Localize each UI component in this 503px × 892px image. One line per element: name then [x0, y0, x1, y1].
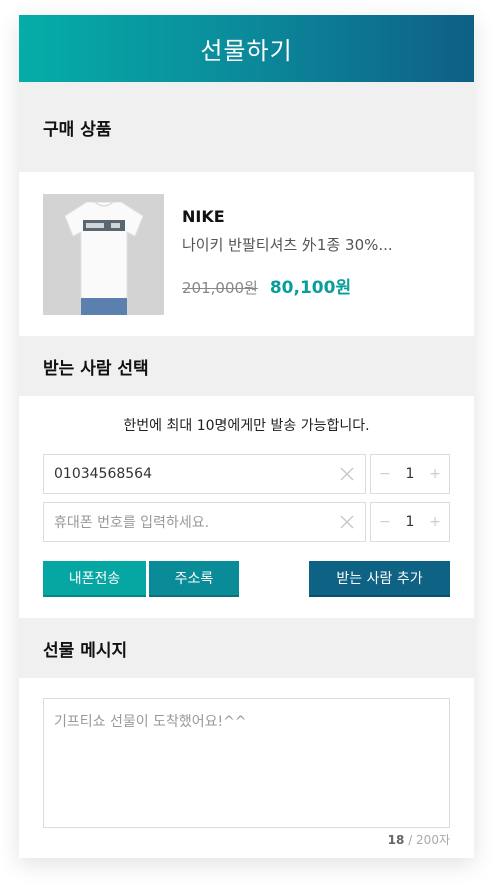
message-section-title: 선물 메시지	[19, 618, 474, 678]
plus-icon[interactable]: +	[429, 466, 441, 482]
product-name: 나이키 반팔티셔츠 外1종 30%...	[182, 235, 393, 254]
recipient-actions: 내폰전송 주소록 받는 사람 추가	[43, 561, 474, 597]
plus-icon[interactable]: +	[429, 514, 441, 530]
message-section-label: 선물 메시지	[43, 640, 128, 661]
quantity-stepper: − 1 +	[370, 454, 450, 494]
page-header: 선물하기	[19, 15, 474, 82]
phone-number-placeholder: 휴대폰 번호를 입력하세요.	[54, 515, 210, 531]
recipient-row: 휴대폰 번호를 입력하세요. − 1 +	[43, 502, 474, 542]
product-info: NIKE 나이키 반팔티셔츠 外1종 30%... 201,000원 80,10…	[182, 207, 393, 298]
purchase-section-label: 구매 상품	[43, 119, 112, 140]
quantity-value: 1	[405, 466, 415, 482]
clear-icon[interactable]	[339, 514, 355, 530]
product-item: NIKE 나이키 반팔티셔츠 外1종 30%... 201,000원 80,10…	[19, 172, 474, 336]
phone-number-value: 01034568564	[54, 466, 152, 482]
character-limit: / 200자	[408, 833, 450, 847]
recipient-limit-notice: 한번에 최대 10명에게만 발송 가능합니다.	[123, 418, 370, 434]
send-to-my-phone-button[interactable]: 내폰전송	[43, 561, 146, 597]
recipient-section-title: 받는 사람 선택	[19, 336, 474, 396]
phone-number-field[interactable]: 01034568564	[43, 454, 366, 494]
minus-icon[interactable]: −	[379, 514, 391, 530]
character-count: 18	[387, 833, 405, 847]
recipient-row: 01034568564 − 1 +	[43, 454, 474, 494]
purchase-section-title: 구매 상품	[19, 82, 474, 172]
address-book-button[interactable]: 주소록	[149, 561, 239, 597]
original-price: 201,000원	[182, 278, 258, 297]
t-shirt-icon	[65, 201, 143, 300]
gift-message-textarea[interactable]: 기프티쇼 선물이 도착했어요!^^	[43, 698, 450, 828]
jeans-graphic	[81, 297, 127, 315]
product-image	[43, 193, 164, 315]
character-counter: 18 / 200자	[19, 831, 450, 848]
quantity-stepper: − 1 +	[370, 502, 450, 542]
product-brand: NIKE	[182, 206, 225, 226]
gift-card-container: 선물하기 구매 상품 NIKE 나이키 반팔티셔츠 外1종 30%... 201…	[19, 15, 474, 858]
minus-icon[interactable]: −	[379, 466, 391, 482]
phone-number-field[interactable]: 휴대폰 번호를 입력하세요.	[43, 502, 366, 542]
quantity-value: 1	[405, 514, 415, 530]
sale-price: 80,100원	[269, 277, 352, 298]
product-prices: 201,000원 80,100원	[182, 273, 393, 298]
recipient-section-label: 받는 사람 선택	[43, 358, 149, 379]
clear-icon[interactable]	[339, 466, 355, 482]
gift-message-placeholder: 기프티쇼 선물이 도착했어요!^^	[54, 714, 247, 730]
page-title: 선물하기	[200, 37, 293, 65]
add-recipient-button[interactable]: 받는 사람 추가	[309, 561, 450, 597]
